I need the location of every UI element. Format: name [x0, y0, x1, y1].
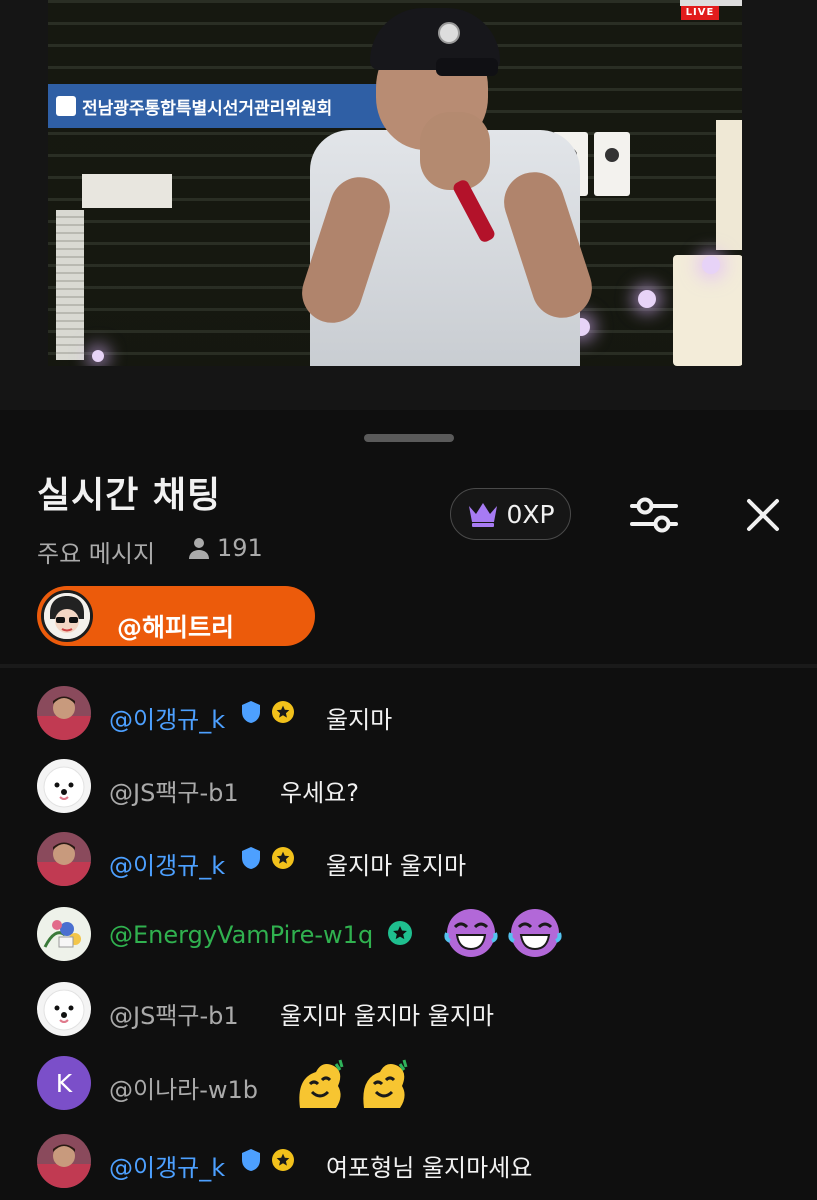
filter-button[interactable] — [626, 490, 682, 540]
chat-message[interactable]: @EnergyVamPire-w1q — [0, 899, 817, 969]
message-text: 울지마 울지마 — [326, 852, 467, 880]
chat-message[interactable]: @JS팩구-b1 우세요? — [0, 751, 817, 821]
chat-message[interactable]: @JS팩구-b1 울지마 울지마 울지마 — [0, 974, 817, 1044]
cartoon-avatar-icon — [44, 593, 90, 639]
avatar[interactable] — [37, 686, 91, 740]
happy-blob-emoji-icon — [299, 1059, 344, 1108]
banner-text: 전남광주통합특별시선거관리위원회 — [82, 98, 333, 119]
cap-logo — [438, 22, 460, 44]
moderator-shield-icon — [242, 847, 260, 869]
wall-panel — [56, 210, 84, 360]
chat-title: 실시간 채팅 — [37, 475, 222, 516]
star-badge-icon — [272, 847, 294, 869]
message-author[interactable]: @JS팩구-b1 — [109, 773, 239, 808]
crown-icon — [469, 503, 498, 527]
wall-paper — [716, 120, 742, 250]
wall-device — [594, 132, 630, 196]
person-icon — [189, 538, 209, 559]
user-photo-icon — [37, 832, 91, 886]
xp-button[interactable]: 0XP — [450, 488, 571, 540]
chat-message[interactable]: K @이나라-w1b — [0, 1048, 817, 1118]
avatar-letter: K — [55, 1068, 73, 1098]
message-author[interactable]: @이갱규_k — [109, 700, 225, 735]
dog-photo-icon — [37, 982, 91, 1036]
close-button[interactable] — [735, 490, 791, 540]
light-bulb — [638, 290, 656, 308]
crying-laugh-emoji-icon — [508, 909, 562, 957]
avatar[interactable] — [37, 907, 91, 961]
xp-label: 0XP — [506, 499, 555, 529]
wall-notice — [82, 174, 172, 208]
chat-message[interactable]: @이갱규_k 울지마 울지마 — [0, 824, 817, 894]
close-icon — [747, 499, 779, 531]
dog-photo-icon — [37, 759, 91, 813]
user-photo-icon — [37, 686, 91, 740]
moderator-shield-icon — [242, 1149, 260, 1171]
message-text: 울지마 울지마 울지마 — [280, 1002, 494, 1030]
video-frame[interactable]: 전남광주통합특별시선거관리위원회 LIVE — [48, 0, 742, 366]
moderator-shield-icon — [242, 701, 260, 723]
video-player[interactable]: 전남광주통합특별시선거관리위원회 LIVE — [0, 0, 817, 410]
chat-message[interactable]: @이갱규_k 울지마 — [0, 678, 817, 748]
user-photo-icon — [37, 1134, 91, 1188]
avatar[interactable]: K — [37, 1056, 91, 1110]
star-badge-icon — [272, 1149, 294, 1171]
video-banner: 전남광주통합특별시선거관리위원회 — [48, 84, 390, 128]
avatar[interactable] — [37, 832, 91, 886]
cap-brim — [436, 58, 498, 76]
member-star-icon — [388, 921, 412, 945]
pinned-user-name: @해피트리 — [117, 613, 235, 642]
message-text: 울지마 — [326, 706, 393, 734]
speaker-hands — [420, 112, 490, 190]
banner-logo — [56, 96, 76, 116]
light-bulb — [702, 256, 720, 274]
message-author[interactable]: @EnergyVamPire-w1q — [109, 921, 373, 949]
flower-photo-icon — [37, 907, 91, 961]
message-author[interactable]: @이갱규_k — [109, 846, 225, 881]
avatar — [41, 590, 93, 642]
viewer-count-value: 191 — [217, 534, 263, 562]
sliders-icon — [630, 497, 678, 533]
crying-laugh-emoji-icon — [444, 909, 498, 957]
avatar[interactable] — [37, 982, 91, 1036]
light-bulb — [92, 350, 104, 362]
live-chat-panel: 실시간 채팅 주요 메시지 191 0XP @해피트리 @이갱규_k 울지마 @… — [0, 416, 817, 1200]
message-author[interactable]: @이갱규_k — [109, 1148, 225, 1183]
pinned-supporter-chip[interactable]: @해피트리 — [37, 586, 315, 646]
header-divider — [0, 664, 817, 668]
star-badge-icon — [272, 701, 294, 723]
message-text: 우세요? — [280, 779, 359, 807]
message-text: 여포형님 울지마세요 — [326, 1154, 533, 1182]
viewer-count: 191 — [187, 534, 263, 562]
chat-mode-selector[interactable]: 주요 메시지 — [37, 534, 155, 569]
chat-message[interactable]: @이갱규_k 여포형님 울지마세요 — [0, 1126, 817, 1196]
drag-handle[interactable] — [364, 434, 454, 442]
avatar[interactable] — [37, 759, 91, 813]
message-author[interactable]: @이나라-w1b — [109, 1070, 258, 1105]
live-badge: LIVE — [681, 6, 719, 20]
happy-blob-emoji-icon — [363, 1059, 408, 1108]
message-author[interactable]: @JS팩구-b1 — [109, 996, 239, 1031]
chat-header: 실시간 채팅 주요 메시지 191 0XP @해피트리 — [0, 416, 817, 664]
avatar[interactable] — [37, 1134, 91, 1188]
